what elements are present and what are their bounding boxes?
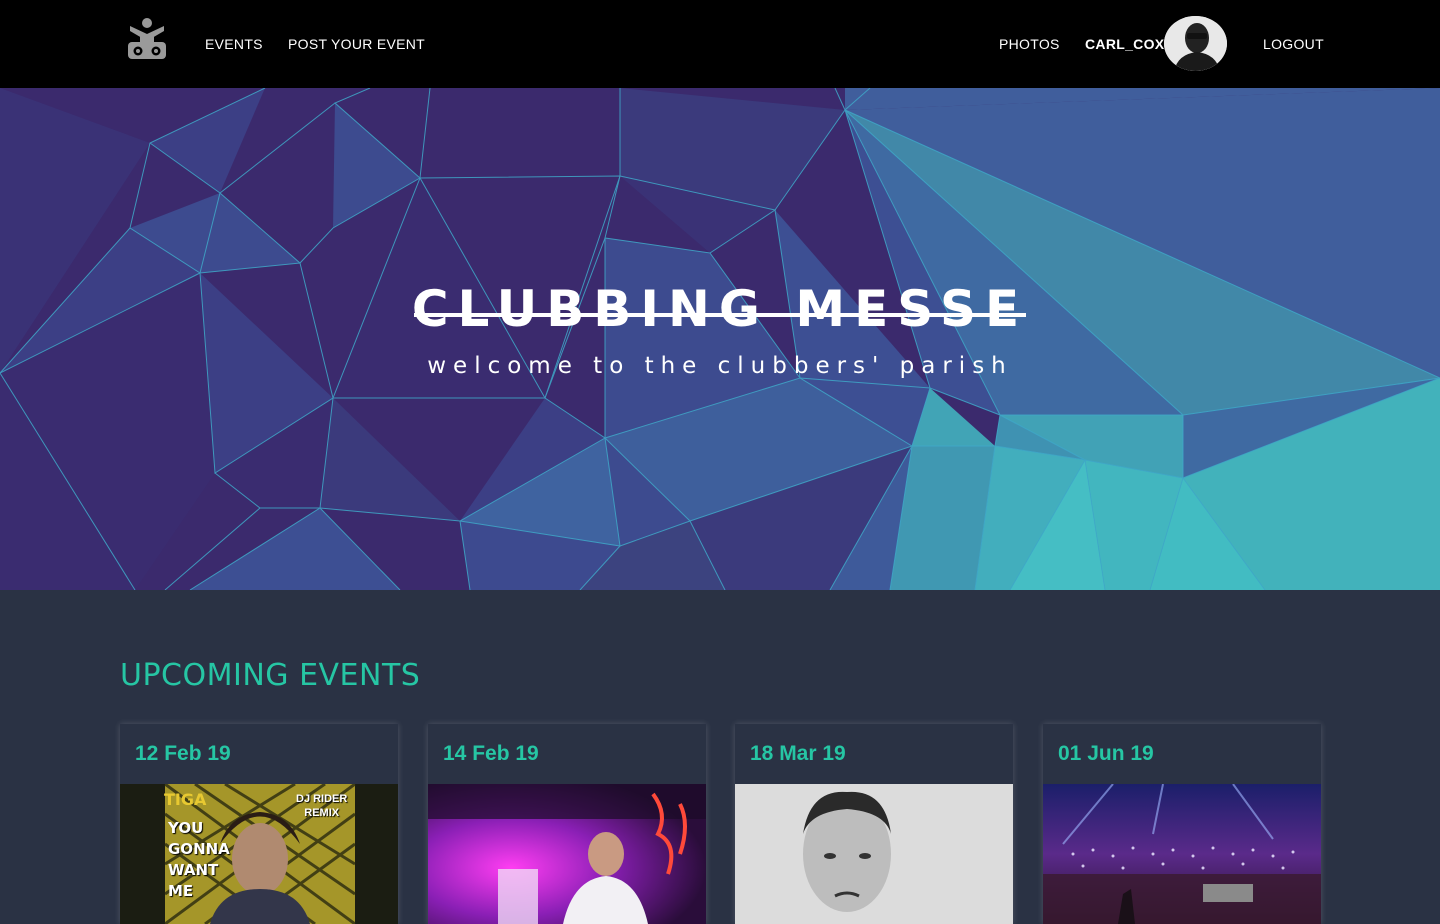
- image-text-artist: TIGA: [164, 790, 207, 809]
- image-text-remix: DJ RIDER REMIX: [296, 793, 348, 819]
- low-poly-background: [0, 88, 1440, 590]
- event-date: 12 Feb 19: [135, 742, 231, 765]
- nav-post-event-link[interactable]: POST YOUR EVENT: [288, 36, 425, 52]
- nav-photos-link[interactable]: PHOTOS: [999, 36, 1060, 52]
- hero-banner: CLUBBING MESSE welcome to the clubbers' …: [0, 88, 1440, 590]
- hero-title: CLUBBING MESSE: [411, 280, 1029, 338]
- upcoming-events-section: UPCOMING EVENTS 12 Feb 19 TIGA YOU GONNA…: [0, 590, 1440, 924]
- section-title: UPCOMING EVENTS: [120, 658, 421, 693]
- event-card[interactable]: 01 Jun 19: [1043, 724, 1321, 924]
- event-image[interactable]: [735, 784, 1013, 924]
- nav-username-link[interactable]: CARL_COX: [1085, 36, 1164, 52]
- dj-logo-icon[interactable]: [126, 16, 168, 60]
- event-date: 14 Feb 19: [443, 742, 539, 765]
- top-navbar: EVENTS POST YOUR EVENT PHOTOS CARL_COX L…: [0, 0, 1440, 88]
- event-card[interactable]: 18 Mar 19: [735, 724, 1013, 924]
- event-date: 18 Mar 19: [750, 742, 846, 765]
- avatar[interactable]: [1164, 16, 1227, 71]
- nav-events-link[interactable]: EVENTS: [205, 36, 263, 52]
- event-card[interactable]: 14 Feb 19: [428, 724, 706, 924]
- hero-subtitle: welcome to the clubbers' parish: [427, 353, 1013, 379]
- event-date: 01 Jun 19: [1058, 742, 1154, 765]
- event-image[interactable]: [428, 784, 706, 924]
- event-image[interactable]: TIGA YOU GONNA WANT ME DJ RIDER REMIX: [120, 784, 398, 924]
- event-card[interactable]: 12 Feb 19 TIGA YOU GONNA WANT ME DJ RIDE…: [120, 724, 398, 924]
- event-image[interactable]: [1043, 784, 1321, 924]
- nav-logout-link[interactable]: LOGOUT: [1263, 36, 1324, 52]
- image-text-title: YOU GONNA WANT ME: [168, 819, 230, 900]
